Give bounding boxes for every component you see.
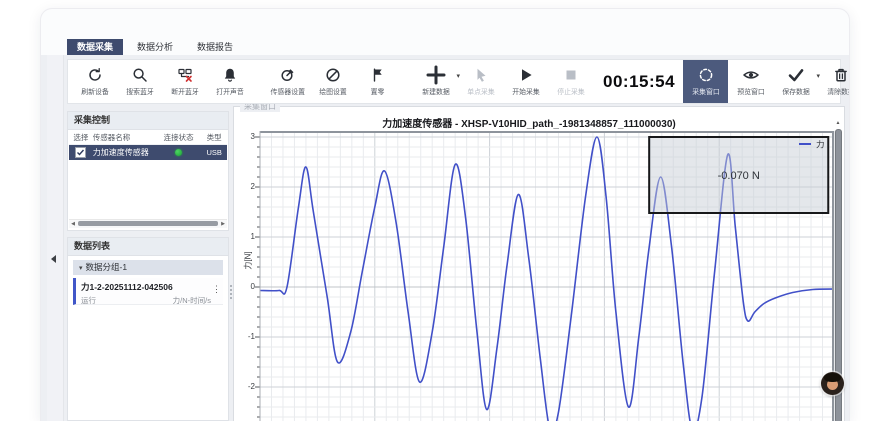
flag-icon (369, 65, 387, 84)
sensor-row[interactable]: 力加速度传感器 USB (69, 145, 227, 160)
toolbar-button-label: 刷新设备 (81, 86, 109, 96)
toolbar-search-bluetooth-button[interactable]: 搜索蓝牙 (117, 60, 162, 103)
toolbar-button-label: 预览窗口 (737, 86, 765, 96)
data-list-title: 数据列表 (68, 238, 228, 256)
collection-timer: 00:15:54 (603, 72, 675, 92)
eye-icon (742, 65, 760, 84)
status-dot-icon (175, 149, 182, 156)
sensor-name: 力加速度传感器 (93, 147, 156, 158)
bluetooth-off-icon (176, 65, 194, 84)
data-item-status: 运行 (81, 295, 96, 306)
bell-icon (221, 65, 239, 84)
stop-icon (562, 65, 580, 84)
app-window: 数据采集数据分析数据报告 刷新设备 搜索蓝牙 断开蓝牙 打开声音 传感器设置 绘图设置 置零… (40, 8, 850, 421)
refresh-icon (86, 65, 104, 84)
toolbar-sound-toggle-button[interactable]: 打开声音 (207, 60, 252, 103)
sensor-type: USB (201, 148, 227, 157)
toolbar-stop-collection-button[interactable]: 停止采集 (548, 60, 593, 103)
toolbar-button-label: 保存数据 (782, 86, 810, 96)
waveform-plot[interactable]: -0.070 N 力 (260, 131, 834, 421)
screenshot-stage: 数据采集数据分析数据报告 刷新设备 搜索蓝牙 断开蓝牙 打开声音 传感器设置 绘图设置 置零… (0, 0, 894, 420)
collection-window-panel: 采集窗口 力加速度传感器 - XHSP-V10HID_path_-1981348… (233, 106, 845, 421)
toolbar-clear-data-button[interactable]: 清除数据 (818, 60, 850, 103)
scroll-right-icon[interactable]: ▶ (219, 220, 227, 228)
item-menu-icon[interactable]: ⋮ (212, 284, 221, 295)
assistant-avatar-button[interactable] (821, 372, 844, 395)
data-group-row[interactable]: ▾数据分组-1 (73, 260, 223, 275)
search-icon (131, 65, 149, 84)
toolbar-plot-settings-button[interactable]: 绘图设置 (310, 60, 355, 103)
toolbar-collection-window-button[interactable]: 采集窗口 (683, 60, 728, 103)
sidebar-collapse-icon[interactable] (51, 255, 56, 263)
column-header: 连接状态 (156, 132, 201, 143)
data-item-axes: 力/N-时间/s (173, 295, 211, 306)
y-tick-label: -1 (237, 332, 255, 341)
collection-control-panel: 采集控制 选择传感器名称连接状态类型力加速度传感器 USB ◀ ▶ (67, 111, 229, 231)
avatar-hair (824, 373, 841, 382)
toolbar-single-point-button[interactable]: 单点采集 (458, 60, 503, 103)
play-icon (517, 65, 535, 84)
group-caret-icon[interactable]: ▾ (79, 265, 83, 272)
y-tick-label: -2 (237, 382, 255, 391)
toolbar-button-label: 置零 (371, 86, 385, 96)
y-axis-label: 力[N] (243, 248, 254, 274)
tab-data-analysis[interactable]: 数据分析 (127, 39, 183, 55)
data-group-label: 数据分组-1 (86, 262, 128, 272)
data-item-title: 力1-2-20251112-042506 (81, 281, 219, 293)
toolbar-button-label: 开始采集 (512, 86, 540, 96)
y-tick-label: 0 (237, 282, 255, 291)
scrollbar-thumb[interactable] (78, 221, 218, 226)
measurement-value-label: -0.070 N (718, 170, 760, 182)
toolbar-save-data-button[interactable]: ▾保存数据 (773, 60, 818, 103)
plus-icon (424, 65, 448, 84)
toolbar-button-label: 绘图设置 (319, 86, 347, 96)
sidebar-collapse-strip (47, 55, 64, 421)
horizontal-scrollbar[interactable]: ◀ ▶ (69, 219, 227, 228)
toolbar-start-collection-button[interactable]: 开始采集 (503, 60, 548, 103)
toolbar-button-label: 清除数据 (827, 86, 850, 96)
tab-data-acquisition[interactable]: 数据采集 (67, 39, 123, 55)
panel-splitter[interactable] (230, 285, 232, 299)
toolbar-sensor-settings-button[interactable]: 传感器设置 (265, 60, 310, 103)
y-tick-label: 1 (237, 232, 255, 241)
gauge-icon (324, 65, 342, 84)
y-tick-label: 3 (237, 132, 255, 141)
y-tick-label: 2 (237, 182, 255, 191)
toolbar-button-label: 搜索蓝牙 (126, 86, 154, 96)
scroll-up-icon[interactable]: ▲ (834, 119, 842, 127)
toolbar-preview-window-button[interactable]: 预览窗口 (728, 60, 773, 103)
main-toolbar: 刷新设备 搜索蓝牙 断开蓝牙 打开声音 传感器设置 绘图设置 置零 ▾新建数据单点采集 开始采集… (67, 59, 841, 104)
toolbar-button-label: 打开声音 (216, 86, 244, 96)
sensor-icon (279, 65, 297, 84)
chart-title: 力加速度传感器 - XHSP-V10HID_path_-1981348857_1… (234, 115, 824, 130)
column-header: 传感器名称 (93, 132, 156, 143)
toolbar-refresh-device-button[interactable]: 刷新设备 (72, 60, 117, 103)
pointer-icon (472, 65, 490, 84)
collection-control-title: 采集控制 (68, 112, 228, 130)
check-icon (787, 65, 805, 84)
toolbar-disconnect-bluetooth-button[interactable]: 断开蓝牙 (162, 60, 207, 103)
dashed-circle-icon (697, 65, 715, 84)
data-list-panel: 数据列表 ▾数据分组-1 力1-2-20251112-042506 运行 力/N… (67, 237, 229, 421)
tab-data-report[interactable]: 数据报告 (187, 39, 243, 55)
main-tabbar: 数据采集数据分析数据报告 (67, 39, 243, 55)
toolbar-zero-set-button[interactable]: 置零 (355, 60, 400, 103)
toolbar-button-label: 新建数据 (422, 86, 450, 96)
column-header: 选择 (69, 132, 93, 143)
sensor-table: 选择传感器名称连接状态类型力加速度传感器 USB (69, 130, 227, 160)
toolbar-button-label: 采集窗口 (692, 86, 720, 96)
legend-label: 力 (816, 140, 825, 150)
trash-icon (832, 65, 850, 84)
sensor-checkbox[interactable] (75, 147, 86, 158)
toolbar-new-data-button[interactable]: ▾新建数据 (413, 60, 458, 103)
toolbar-button-label: 停止采集 (557, 86, 585, 96)
column-header: 类型 (201, 132, 227, 143)
scroll-left-icon[interactable]: ◀ (69, 220, 77, 228)
data-list-item[interactable]: 力1-2-20251112-042506 运行 力/N-时间/s ⋮ (73, 278, 223, 305)
toolbar-button-label: 传感器设置 (270, 86, 305, 96)
toolbar-button-label: 单点采集 (467, 86, 495, 96)
toolbar-button-label: 断开蓝牙 (171, 86, 199, 96)
